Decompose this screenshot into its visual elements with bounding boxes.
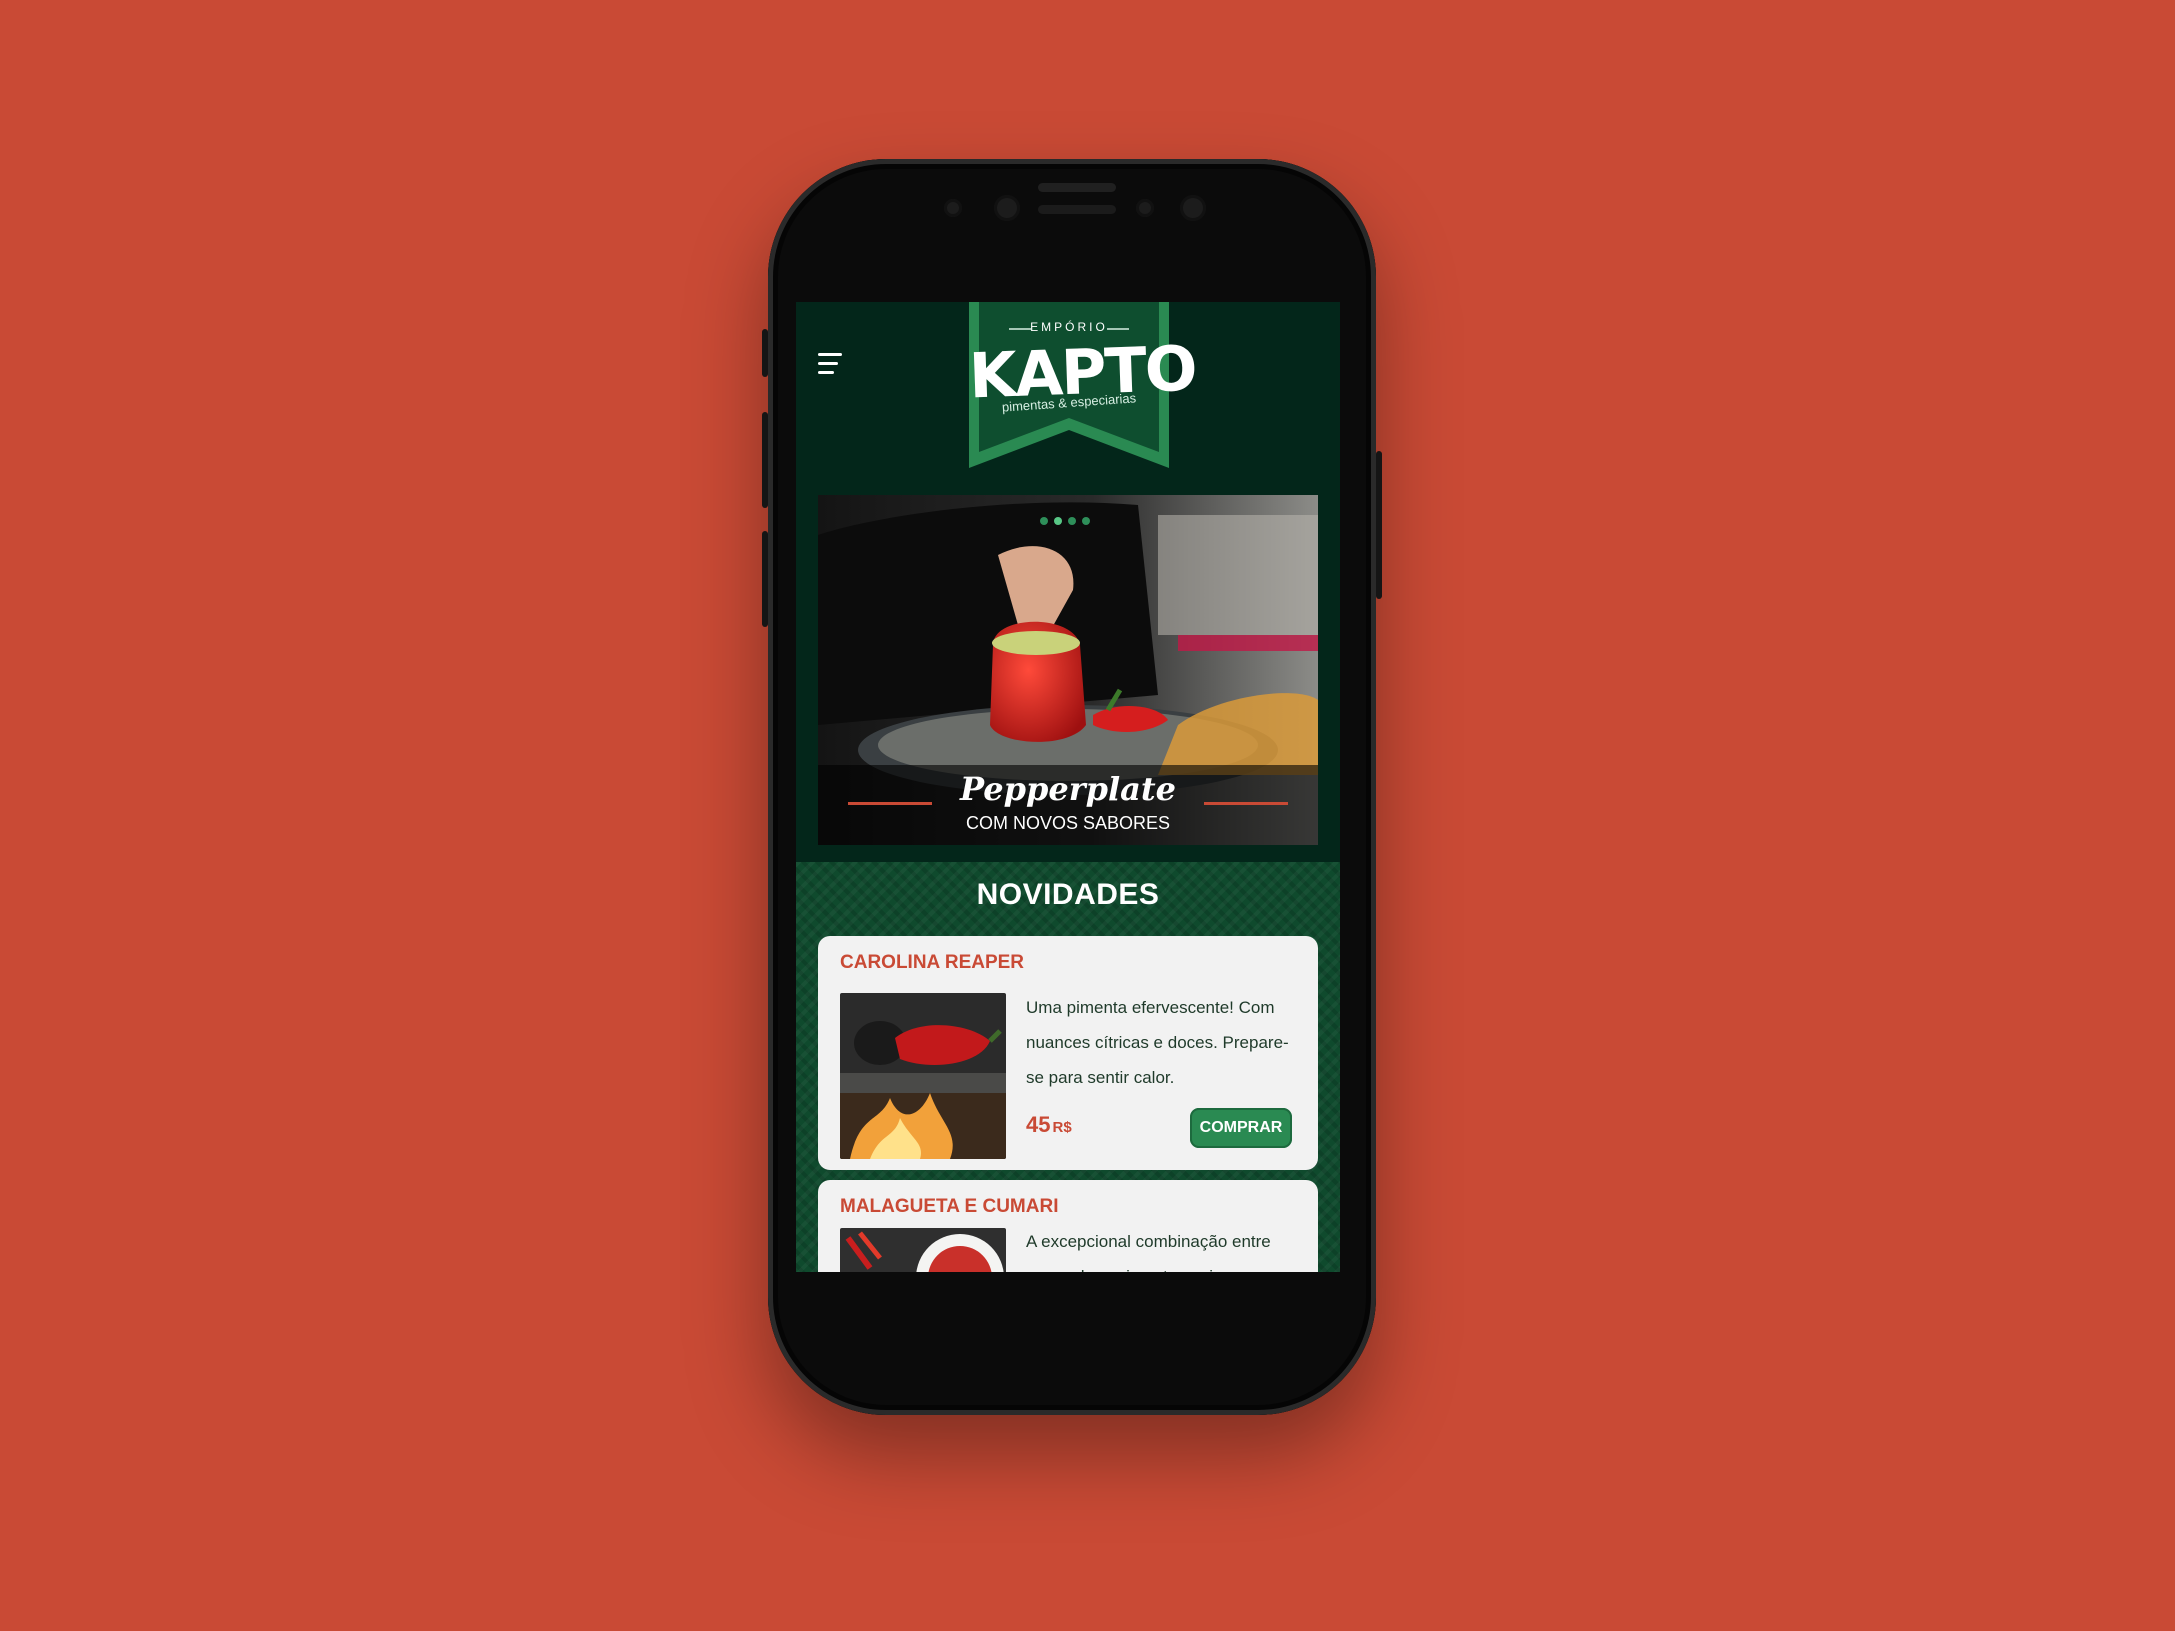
product-name: CAROLINA REAPER bbox=[840, 952, 1025, 973]
phone-side-button bbox=[762, 412, 768, 508]
phone-speaker bbox=[1038, 183, 1116, 192]
phone-camera bbox=[1180, 195, 1206, 221]
phone-camera bbox=[1136, 199, 1154, 217]
app-screen: EMPÓRIO KAPTO pimentas & especiarias Pep… bbox=[796, 302, 1340, 1272]
news-title: NOVIDADES bbox=[976, 878, 1160, 911]
carousel-dots bbox=[1040, 517, 1090, 525]
product-price: 45 R$ bbox=[1026, 1112, 1072, 1138]
phone-speaker bbox=[1038, 205, 1116, 214]
hero-banner[interactable]: Pepperplate COM NOVOS SABORES bbox=[818, 495, 1318, 845]
phone-camera bbox=[944, 199, 962, 217]
phone-frame: EMPÓRIO KAPTO pimentas & especiarias Pep… bbox=[762, 159, 1382, 1415]
price-currency: R$ bbox=[1052, 1119, 1072, 1136]
carousel-dot[interactable] bbox=[1068, 517, 1076, 525]
logo-top-text: EMPÓRIO bbox=[1030, 320, 1108, 334]
buy-button[interactable]: COMPRAR bbox=[1190, 1108, 1292, 1148]
hero-title: Pepperplate bbox=[960, 770, 1176, 808]
phone-side-button bbox=[762, 329, 768, 377]
carousel-dot[interactable] bbox=[1040, 517, 1048, 525]
product-name: MALAGUETA E CUMARI bbox=[840, 1196, 1059, 1217]
carousel-dot[interactable] bbox=[1082, 517, 1090, 525]
price-value: 45 bbox=[1026, 1112, 1051, 1137]
hero-subtitle: COM NOVOS SABORES bbox=[965, 813, 1171, 833]
product-description: A excepcional combinação entre essas dua… bbox=[1026, 1232, 1271, 1272]
logo[interactable]: EMPÓRIO KAPTO pimentas & especiarias bbox=[968, 302, 1197, 468]
news-section: NOVIDADES CAROLINA REAPER Uma pimenta ef… bbox=[796, 862, 1340, 1272]
product-image bbox=[840, 1228, 1006, 1272]
phone-camera bbox=[994, 195, 1020, 221]
product-image bbox=[840, 993, 1006, 1159]
phone-side-button bbox=[1376, 451, 1382, 599]
product-card[interactable]: MALAGUETA E CUMARI A excepcional combina… bbox=[818, 1180, 1318, 1272]
menu-icon[interactable] bbox=[818, 353, 842, 375]
carousel-dot-active[interactable] bbox=[1054, 517, 1062, 525]
phone-side-button bbox=[762, 531, 768, 627]
product-card[interactable]: CAROLINA REAPER Uma pimenta efervescente… bbox=[818, 936, 1318, 1170]
product-description: Uma pimenta efervescente! Com nuances cí… bbox=[1026, 998, 1289, 1087]
